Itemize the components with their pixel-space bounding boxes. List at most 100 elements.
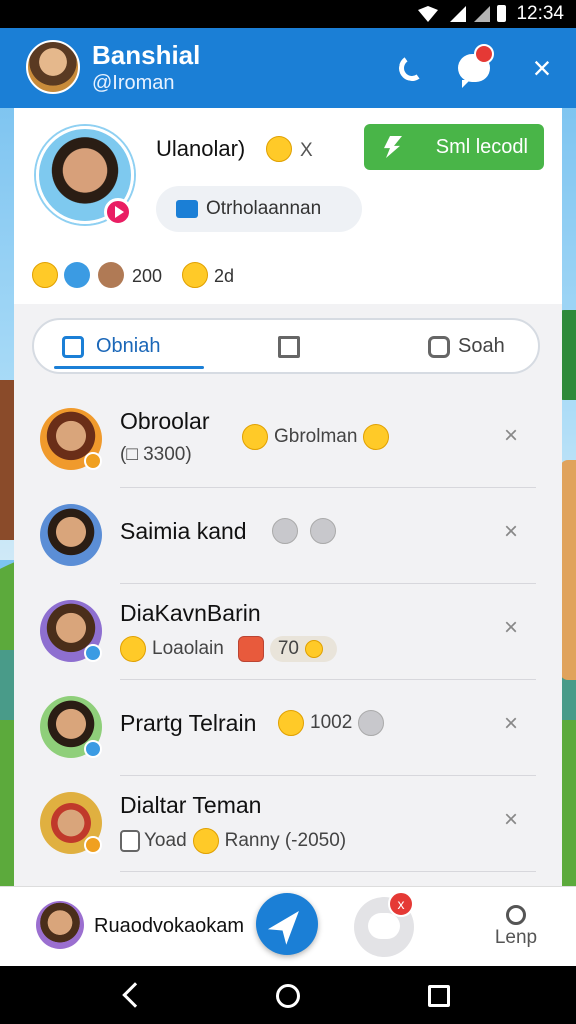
contact-name: Dialtar Teman — [120, 792, 262, 818]
book-icon — [176, 200, 198, 218]
contact-meta: 1002 — [310, 712, 353, 734]
contact-name: Saimia kand — [120, 518, 247, 544]
chat-icon — [368, 913, 400, 939]
status-time: 12:34 — [516, 3, 564, 24]
list-item[interactable]: Prartg Telrain 1002 × — [14, 680, 562, 776]
sad-emoji-icon — [363, 424, 390, 450]
circle-icon — [506, 905, 526, 925]
bear-icon — [304, 639, 323, 658]
contact-name: Prartg Telrain — [120, 710, 257, 736]
smile-emoji-icon — [242, 424, 268, 450]
app-header: Banshial @Iroman × — [0, 28, 576, 108]
notification-badge — [474, 44, 494, 64]
smile-emoji-icon — [266, 136, 292, 162]
bottom-bar-label: Ruaodvokaokam — [94, 915, 245, 937]
contact-name: DiaKavnBarin — [120, 600, 261, 626]
contact-meta: Yoad — [144, 830, 187, 852]
tab-obniah[interactable]: Obniah — [96, 320, 161, 372]
profile-card: Ulanolar) X Sml lecodl Otrholaannan 200 … — [14, 108, 562, 304]
contact-meta: Loaolain — [152, 638, 224, 660]
messages-badge: x — [388, 891, 414, 917]
divider — [120, 871, 536, 872]
points-pill: 70 — [269, 636, 337, 662]
list-item[interactable]: Obroolar (□ 3300) Gbrolman × — [14, 392, 562, 488]
more-label: Lenp — [494, 927, 538, 948]
dismiss-button[interactable]: × — [504, 518, 518, 546]
smile-emoji-icon — [278, 710, 304, 736]
status-badge — [84, 836, 102, 854]
smile-emoji-icon — [192, 828, 219, 854]
profile-name-suffix: X — [300, 140, 313, 161]
list-item[interactable]: Saimia kand × — [14, 488, 562, 584]
status-bar: 12:34 — [0, 0, 576, 28]
main-panel: Ulanolar) X Sml lecodl Otrholaannan 200 … — [14, 108, 562, 964]
primary-action-label: Sml lecodl — [435, 136, 528, 158]
stat-count: 2d — [214, 266, 235, 286]
battery-icon — [497, 5, 506, 22]
contact-subtitle: Yoad Ranny (-2050) — [120, 828, 346, 854]
explore-button[interactable] — [256, 893, 318, 955]
contact-status-text: Ranny (-2050) — [224, 830, 347, 852]
recent-apps-icon[interactable] — [428, 985, 450, 1007]
laugh-emoji-icon — [32, 262, 58, 288]
primary-action-button[interactable]: Sml lecodl — [364, 124, 544, 170]
coin-icon — [182, 262, 208, 288]
contact-status: Gbrolman — [236, 424, 395, 450]
contact-meta: (□ 3300) — [120, 444, 192, 465]
dismiss-button[interactable]: × — [504, 614, 518, 642]
stat-count: 200 — [132, 266, 163, 286]
call-button[interactable] — [392, 48, 432, 88]
phone-icon — [396, 52, 428, 84]
active-tab-indicator — [54, 366, 204, 369]
signal-icon — [450, 6, 466, 22]
profile-name: Ulanolar) — [156, 136, 246, 161]
globe-icon — [64, 262, 90, 288]
close-icon: × — [532, 50, 552, 86]
list-item[interactable]: Dialtar Teman Yoad Ranny (-2050) × — [14, 776, 562, 872]
bolt-icon — [384, 136, 402, 158]
bottom-bar: Ruaodvokaokam x Lenp — [0, 886, 576, 966]
contact-subtitle: (□ 3300) — [120, 444, 192, 466]
home-icon — [62, 336, 84, 358]
contact-status-text: Gbrolman — [274, 426, 358, 448]
back-icon[interactable] — [122, 982, 148, 1008]
character-illustration — [560, 460, 576, 680]
list-item[interactable]: DiaKavnBarin Loaolain 70 × — [14, 584, 562, 680]
dismiss-button[interactable]: × — [504, 806, 518, 834]
system-nav-bar — [0, 966, 576, 1024]
my-avatar[interactable] — [36, 901, 84, 949]
contact-tools — [266, 518, 342, 544]
compass-icon — [268, 903, 308, 944]
status-badge — [84, 644, 102, 662]
status-bubble[interactable]: Otrholaannan — [156, 186, 362, 232]
gift-icon — [237, 636, 264, 662]
signal-icon — [474, 6, 490, 22]
friend-avatar-icon — [98, 262, 124, 288]
more-button[interactable]: Lenp — [490, 899, 542, 949]
play-badge-icon — [104, 198, 132, 226]
avatar-icon — [120, 636, 146, 662]
dismiss-button[interactable]: × — [504, 710, 518, 738]
avatar — [40, 504, 102, 566]
close-button[interactable]: × — [522, 48, 562, 88]
contact-subtitle: Loaolain 70 — [120, 636, 337, 662]
tab-bar: Obniah Soah — [32, 318, 540, 374]
bear-icon — [358, 710, 385, 736]
puzzle-icon — [428, 336, 450, 358]
home-icon[interactable] — [276, 984, 300, 1008]
status-bubble-text: Otrholaannan — [206, 198, 322, 219]
header-avatar[interactable] — [26, 40, 80, 94]
status-badge — [84, 452, 102, 470]
wifi-icon — [418, 6, 438, 22]
tag-icon — [310, 518, 336, 544]
verified-badge — [84, 740, 102, 758]
tab-soah[interactable]: Soah — [458, 320, 505, 372]
header-title: Banshial — [92, 40, 201, 70]
contact-name: Obroolar — [120, 408, 210, 434]
header-handle: @Iroman — [92, 72, 175, 94]
bookmark-icon[interactable] — [278, 336, 300, 358]
tools-icon — [272, 518, 298, 544]
dismiss-button[interactable]: × — [504, 422, 518, 450]
document-icon — [120, 830, 140, 852]
contact-points: 70 — [277, 638, 299, 659]
